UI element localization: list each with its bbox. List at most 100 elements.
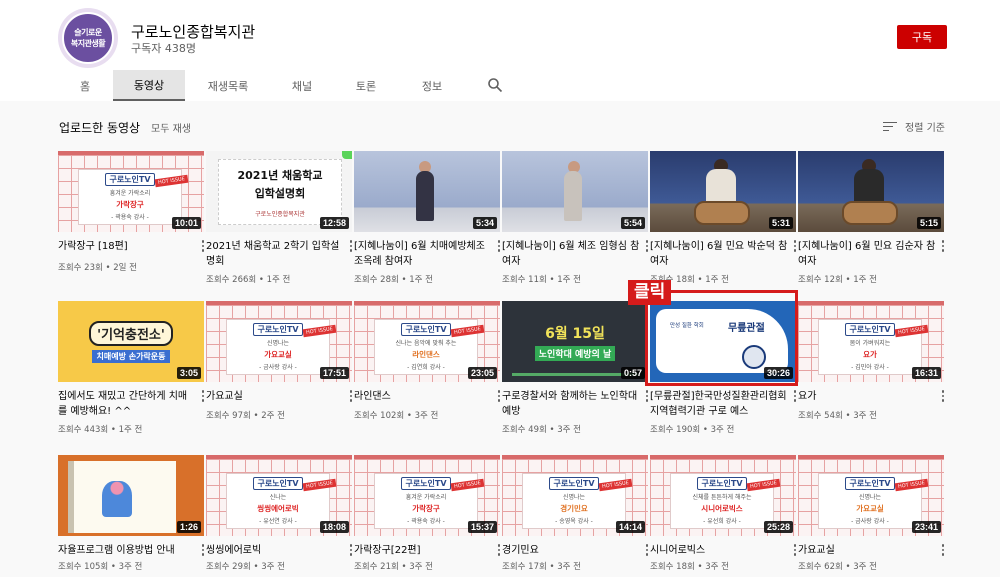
video-thumbnail[interactable]: 1:26 [58, 455, 204, 536]
thumbnail-teacher: - 유선연 강사 - [259, 518, 297, 525]
video-thumbnail[interactable]: 구로노인TV 신명나는 경기민요 - 송영옥 강사 - HOT ISSUE 14… [502, 455, 648, 536]
thumbnail-logo: 구로노인TV [401, 477, 451, 490]
video-title[interactable]: 가락장구 [18편] [58, 239, 196, 254]
video-thumbnail[interactable]: 2021년 채움학교 입학설명회 구로노인종합복지관 12:58 [206, 151, 352, 232]
thumbnail-title: 가락장구 [412, 504, 440, 513]
video-thumbnail[interactable]: 5:34 [354, 151, 500, 232]
thumbnail-title: 2021년 채움학교 [237, 168, 323, 182]
channel-tabs: 홈 동영상 재생목록 채널 토론 정보 [0, 70, 1000, 101]
thumbnail-title: '기억충전소' [89, 320, 173, 346]
thumbnail-title: 가요교실 [856, 504, 884, 513]
video-title[interactable]: [지혜나눔이] 6월 체조 임형심 참여자 [502, 239, 640, 269]
video-title[interactable]: 경기민요 [502, 543, 640, 558]
video-thumbnail[interactable]: '기억충전소' 치매예방 손가락운동 3:05 [58, 301, 204, 382]
video-thumbnail[interactable]: 만성 질환 학회 무릎관절 30:26 [650, 301, 796, 382]
play-all-button[interactable]: 모두 재생 [151, 120, 191, 135]
video-duration: 16:31 [911, 367, 941, 379]
video-thumbnail[interactable]: 구로노인TV 신나는 씽씽에어로빅 - 유선연 강사 - HOT ISSUE 1… [206, 455, 352, 536]
video-duration: 10:01 [171, 217, 201, 229]
thumbnail-subtitle: 신나는 [269, 494, 287, 501]
tab-discussion[interactable]: 토론 [342, 70, 390, 101]
video-meta: 조회수 49회 • 3주 전 [502, 425, 581, 435]
video-title[interactable]: 구로경찰서와 함께하는 노인학대 예방 [502, 389, 640, 419]
thumbnail-logo: 구로노인TV [697, 477, 747, 490]
thumbnail-panel [656, 309, 788, 373]
thumbnail-title: 씽씽에어로빅 [257, 504, 299, 513]
tab-about[interactable]: 정보 [408, 70, 456, 101]
thumbnail-subtitle: 치매예방 손가락운동 [92, 349, 170, 363]
video-thumbnail[interactable]: 구로노인TV 신나는 음악에 맞춰 추는 라인댄스 - 김연희 강사 - HOT… [354, 301, 500, 382]
video-thumbnail[interactable]: 5:54 [502, 151, 648, 232]
video-title[interactable]: 요가 [798, 389, 936, 404]
thumbnail-teacher: - 송영옥 강사 - [555, 518, 593, 525]
video-duration: 23:41 [911, 521, 941, 533]
thumbnail-logo: 구로노인TV [401, 323, 451, 336]
video-thumbnail[interactable]: 5:15 [798, 151, 944, 232]
video-title[interactable]: [지혜나눔이] 6월 치매예방체조 조옥례 참여자 [354, 239, 492, 269]
sort-label: 정렬 기준 [905, 123, 945, 134]
subscribe-button[interactable]: 구독 [897, 25, 947, 49]
video-thumbnail[interactable]: 구로노인TV 신명나는 가요교실 - 금사랑 강사 - HOT ISSUE 17… [206, 301, 352, 382]
video-meta: 조회수 17회 • 3주 전 [502, 562, 581, 572]
thumbnail-teacher: - 곽용숙 강사 - [407, 518, 445, 525]
video-thumbnail[interactable]: 구로노인TV 몸이 가벼워지는 요가 - 김민아 강사 - HOT ISSUE … [798, 301, 944, 382]
sort-button[interactable]: 정렬 기준 [883, 119, 945, 134]
thumbnail-teacher: - 금사랑 강사 - [851, 518, 889, 525]
video-meta: 조회수 105회 • 3주 전 [58, 562, 143, 572]
thumbnail-teacher: - 김민아 강사 - [851, 364, 889, 371]
video-thumbnail[interactable]: 구로노인TV 흥겨운 가락소리 가락장구 - 곽용숙 강사 - HOT ISSU… [58, 151, 204, 232]
more-options-icon[interactable] [940, 389, 946, 403]
people-illustration [102, 481, 132, 517]
video-thumbnail[interactable]: 6월 15일 노인학대 예방의 날 0:57 [502, 301, 648, 382]
video-meta: 조회수 18회 • 3주 전 [650, 562, 729, 572]
video-duration: 30:26 [763, 367, 793, 379]
video-thumbnail[interactable]: 구로노인TV 흥겨운 가락소리 가락장구 - 곽용숙 강사 - HOT ISSU… [354, 455, 500, 536]
more-options-icon[interactable] [940, 543, 946, 557]
video-meta: 조회수 23회 • 2일 전 [58, 263, 137, 273]
video-title[interactable]: 가요교실 [206, 389, 344, 404]
video-title[interactable]: 라인댄스 [354, 389, 492, 404]
thumbnail-title: 라인댄스 [412, 350, 440, 359]
video-title[interactable]: 자율프로그램 이용방법 안내 [58, 543, 196, 558]
thumbnail-teacher: - 유선희 강사 - [703, 518, 741, 525]
tab-playlists[interactable]: 재생목록 [196, 70, 260, 101]
thumbnail-title: 시니어로빅스 [701, 504, 743, 513]
thumbnail-teacher: - 김연희 강사 - [407, 364, 445, 371]
video-meta: 조회수 62회 • 3주 전 [798, 562, 877, 572]
thumbnail-logo: 구로노인TV [253, 323, 303, 336]
thumbnail-subtitle: 몸이 가벼워지는 [849, 340, 891, 347]
thumbnail-title: 가락장구 [116, 200, 144, 209]
video-thumbnail[interactable]: 5:31 [650, 151, 796, 232]
avatar-text-2: 복지관생활 [70, 39, 106, 48]
video-title[interactable]: [지혜나눔이] 6월 민요 김순자 참여자 [798, 239, 936, 269]
video-title[interactable]: 시니어로빅스 [650, 543, 788, 558]
video-title[interactable]: [무릎관절]한국만성질환관리협회 지역협력기관 구로 예스 [650, 389, 788, 419]
thumbnail-subtitle: 흥겨운 가락소리 [109, 190, 151, 197]
tab-home[interactable]: 홈 [62, 70, 108, 101]
video-title[interactable]: 가요교실 [798, 543, 936, 558]
video-meta: 조회수 266회 • 1주 전 [206, 275, 291, 285]
video-title[interactable]: 가락장구[22편] [354, 543, 492, 558]
video-title[interactable]: 집에서도 재밌고 간단하게 치매를 예방해요! ^^ [58, 389, 196, 419]
thumbnail-subtitle: 신명나는 [858, 494, 882, 501]
drum-icon [694, 201, 750, 225]
person-figure [416, 171, 434, 221]
video-duration: 17:51 [319, 367, 349, 379]
search-icon[interactable] [487, 77, 503, 93]
video-meta: 조회수 190회 • 3주 전 [650, 425, 735, 435]
video-thumbnail[interactable]: 구로노인TV 신체를 튼튼하게 해주는 시니어로빅스 - 유선희 강사 - HO… [650, 455, 796, 536]
tab-channels[interactable]: 채널 [278, 70, 326, 101]
channel-avatar[interactable]: 슬기로운 복지관생활 [58, 8, 118, 68]
doctor-avatar [742, 345, 766, 369]
video-title[interactable]: 2021년 채움학교 2학기 입학설명회 [206, 239, 344, 269]
video-thumbnail[interactable]: 구로노인TV 신명나는 가요교실 - 금사랑 강사 - HOT ISSUE 23… [798, 455, 944, 536]
thumbnail-teacher: - 곽용숙 강사 - [111, 214, 149, 221]
thumbnail-subtitle: 입학설명회 [254, 186, 306, 200]
video-title[interactable]: [지혜나눔이] 6월 민요 박순덕 참여자 [650, 239, 788, 269]
thumbnail-teacher: - 금사랑 강사 - [259, 364, 297, 371]
tab-videos[interactable]: 동영상 [113, 70, 185, 101]
video-duration: 14:14 [615, 521, 645, 533]
video-meta: 조회수 11회 • 1주 전 [502, 275, 581, 285]
video-title[interactable]: 씽씽에어로빅 [206, 543, 344, 558]
more-options-icon[interactable] [940, 239, 946, 253]
